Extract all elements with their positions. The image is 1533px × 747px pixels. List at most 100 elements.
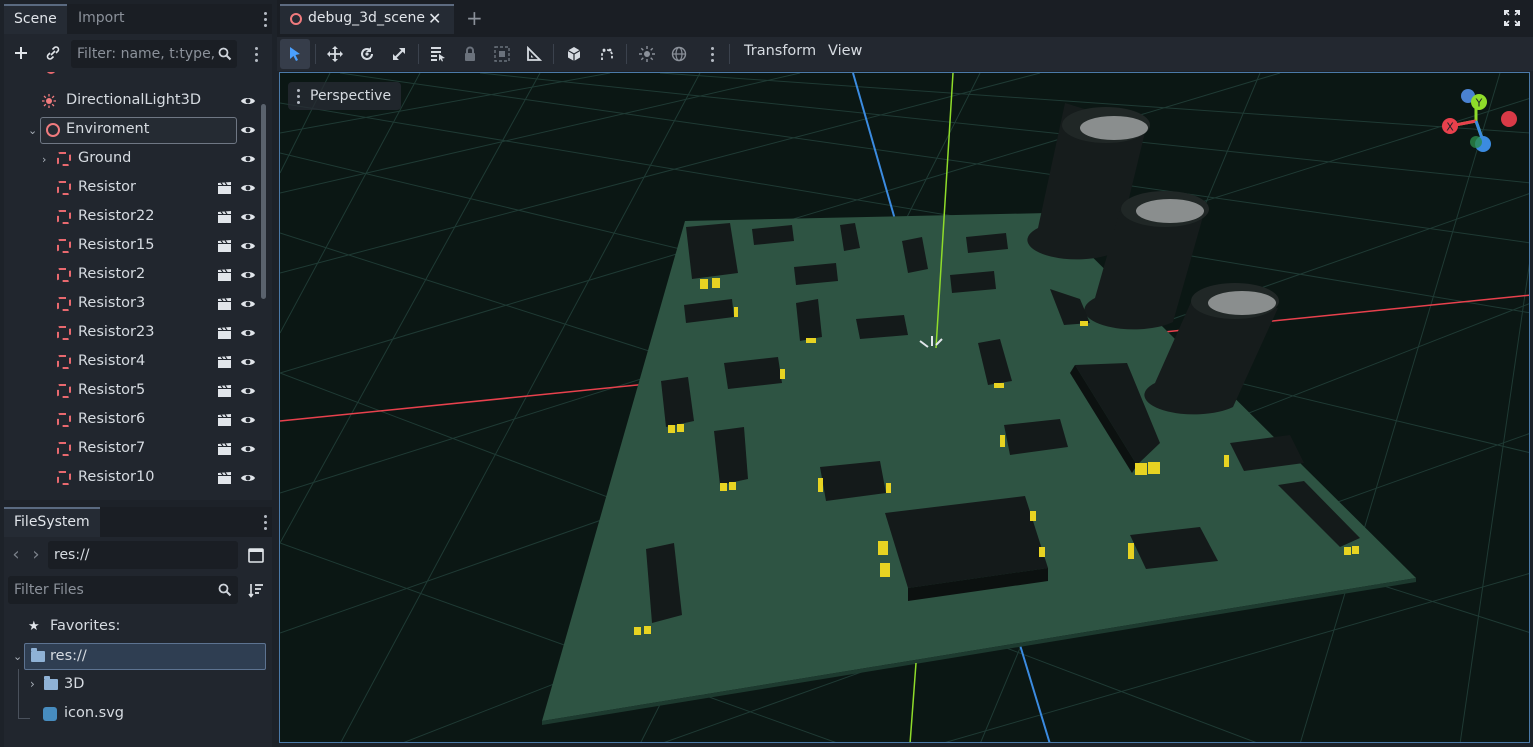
file-tree-item-res[interactable]: res://: [24, 643, 266, 670]
scene-dock-menu-icon[interactable]: [260, 9, 270, 29]
tree-node-resistor[interactable]: Resistor: [8, 174, 260, 203]
scale-mode-icon[interactable]: [384, 39, 414, 69]
collapse-arrow-icon[interactable]: ⌄: [13, 650, 22, 663]
open-in-editor-clapper-icon[interactable]: [217, 471, 232, 485]
tab-debug-3d-scene[interactable]: debug_3d_scene ✕: [280, 4, 454, 34]
list-select-icon[interactable]: [423, 39, 453, 69]
forward-arrow-icon[interactable]: ›: [26, 541, 46, 567]
visibility-eye-icon[interactable]: [240, 123, 256, 137]
open-in-editor-clapper-icon[interactable]: [217, 442, 232, 456]
visibility-eye-icon[interactable]: [240, 355, 256, 369]
open-in-editor-clapper-icon[interactable]: [217, 413, 232, 427]
tree-node-resistor7[interactable]: Resistor7: [8, 435, 260, 464]
3d-viewport[interactable]: Perspective Y X: [279, 72, 1530, 743]
tree-node-resistor4[interactable]: Resistor4: [8, 348, 260, 377]
open-in-editor-clapper-icon[interactable]: [217, 210, 232, 224]
tree-node-resistor2[interactable]: Resistor2: [8, 261, 260, 290]
visibility-eye-icon[interactable]: [240, 384, 256, 398]
open-in-editor-clapper-icon[interactable]: [217, 384, 232, 398]
filter-files-input[interactable]: Filter Files: [8, 576, 238, 604]
open-in-editor-clapper-icon[interactable]: [217, 239, 232, 253]
path-field[interactable]: res://: [48, 541, 238, 569]
close-icon[interactable]: ✕: [428, 9, 441, 28]
left-dock: Scene Import Filter: name, t:type, Direc…: [0, 0, 275, 747]
visibility-eye-icon[interactable]: [240, 326, 256, 340]
mesh-icon: [57, 355, 71, 369]
visibility-eye-icon[interactable]: [240, 471, 256, 485]
tree-node-resistor10[interactable]: Resistor10: [8, 464, 260, 493]
gizmo-z-line: [1474, 120, 1484, 139]
file-tree-item-3d[interactable]: › 3D: [8, 672, 266, 699]
group-icon[interactable]: [487, 39, 517, 69]
expand-arrow-icon[interactable]: ›: [42, 153, 52, 166]
filesystem-dock-menu-icon[interactable]: [260, 512, 270, 532]
perspective-menu-button[interactable]: Perspective: [288, 82, 402, 110]
collapse-arrow-icon[interactable]: ⌄: [28, 124, 38, 137]
back-arrow-icon[interactable]: ‹: [6, 541, 26, 567]
toggle-split-mode-icon[interactable]: [243, 542, 269, 568]
toolbar-separator: [418, 44, 419, 64]
axis-x-neg-dot[interactable]: [1501, 111, 1517, 127]
mesh-icon: [57, 181, 71, 195]
tree-node-ground[interactable]: › Ground: [8, 145, 260, 174]
preview-menu-icon[interactable]: [707, 44, 717, 64]
tree-node-resistor6[interactable]: Resistor6: [8, 406, 260, 435]
rotate-mode-icon[interactable]: [352, 39, 382, 69]
tree-node-resistor5[interactable]: Resistor5: [8, 377, 260, 406]
tree-node-resistor23[interactable]: Resistor23: [8, 319, 260, 348]
tree-node-resistor15[interactable]: Resistor15: [8, 232, 260, 261]
add-tab-icon[interactable]: +: [466, 6, 483, 30]
open-in-editor-clapper-icon[interactable]: [217, 297, 232, 311]
visibility-eye-icon[interactable]: [240, 210, 256, 224]
visibility-eye-icon[interactable]: [240, 268, 256, 282]
perspective-label: Perspective: [310, 88, 392, 104]
open-in-editor-clapper-icon[interactable]: [217, 181, 232, 195]
open-in-editor-clapper-icon[interactable]: [217, 268, 232, 282]
tree-node-directionallight3d[interactable]: DirectionalLight3D: [8, 87, 260, 116]
mesh-icon: [57, 297, 71, 311]
transform-menu[interactable]: Transform: [744, 43, 816, 59]
visibility-eye-icon[interactable]: [240, 413, 256, 427]
visibility-eye-icon[interactable]: [240, 94, 256, 108]
visibility-eye-icon[interactable]: [240, 442, 256, 456]
tree-node-resistor3[interactable]: Resistor3: [8, 290, 260, 319]
open-in-editor-clapper-icon[interactable]: [217, 355, 232, 369]
tab-filesystem[interactable]: FileSystem: [4, 507, 100, 537]
mesh-icon: [57, 442, 71, 456]
folder-icon: [44, 676, 58, 690]
scene-filter-menu-icon[interactable]: [251, 44, 261, 64]
add-node-icon[interactable]: [8, 40, 34, 66]
axis-y-neg-dot[interactable]: [1470, 136, 1482, 148]
sort-icon[interactable]: [243, 577, 269, 603]
lock-icon[interactable]: [455, 39, 485, 69]
visibility-eye-icon[interactable]: [240, 181, 256, 195]
move-mode-icon[interactable]: [320, 39, 350, 69]
ruler-icon[interactable]: [519, 39, 549, 69]
file-tree-label: 3D: [64, 676, 85, 692]
distraction-free-icon[interactable]: [1504, 10, 1520, 30]
tree-node-resistor22[interactable]: Resistor22: [8, 203, 260, 232]
expand-arrow-icon[interactable]: ›: [30, 677, 35, 691]
open-in-editor-clapper-icon[interactable]: [217, 326, 232, 340]
favorites-row[interactable]: ★ Favorites:: [8, 614, 266, 641]
preview-environment-icon[interactable]: [664, 39, 694, 69]
select-mode-icon[interactable]: [280, 39, 310, 69]
tab-scene[interactable]: Scene: [4, 4, 67, 34]
file-tree-item-icon-svg[interactable]: icon.svg: [8, 701, 266, 728]
view-menu[interactable]: View: [828, 43, 862, 59]
visibility-eye-icon[interactable]: [240, 152, 256, 166]
local-space-icon[interactable]: [559, 39, 589, 69]
favorites-label: Favorites:: [50, 618, 121, 634]
visibility-eye-icon[interactable]: [240, 239, 256, 253]
scene-tree-scrollbar[interactable]: [261, 104, 266, 299]
preview-sun-icon[interactable]: [632, 39, 662, 69]
tree-node-enviroment[interactable]: ⌄ Enviroment: [8, 116, 260, 145]
mesh-icon: [57, 413, 71, 427]
orientation-gizmo[interactable]: Y X: [1438, 88, 1524, 158]
viewport-scene[interactable]: [280, 73, 1530, 743]
tab-import[interactable]: Import: [68, 4, 134, 34]
visibility-eye-icon[interactable]: [240, 297, 256, 311]
snap-icon[interactable]: [592, 39, 622, 69]
toolbar-separator: [315, 44, 316, 64]
instance-scene-icon[interactable]: [40, 40, 66, 66]
